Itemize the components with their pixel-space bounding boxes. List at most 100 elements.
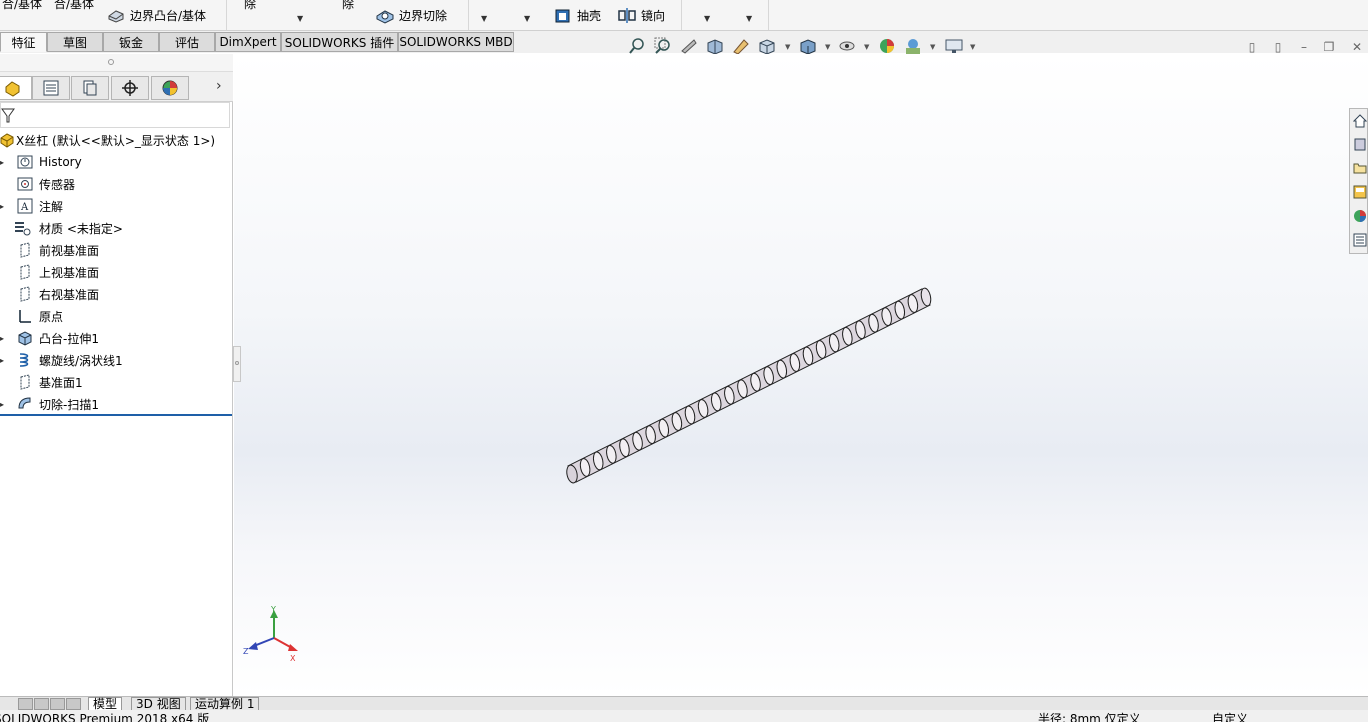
tree-item[interactable]: ▸ 切除-扫描1 <box>0 393 232 415</box>
crosshair-icon <box>122 80 138 96</box>
tab-sketch[interactable]: 草图 <box>47 32 103 52</box>
panel-splitter[interactable] <box>233 346 241 382</box>
close-icon[interactable]: ✕ <box>1350 40 1364 54</box>
graphics-area[interactable]: Y X Z <box>234 54 1368 696</box>
tree-item-label: 右视基准面 <box>39 287 100 302</box>
plane-icon <box>16 263 34 281</box>
rollback-bar[interactable] <box>0 414 232 416</box>
chevron-down-icon[interactable]: ▼ <box>864 43 869 51</box>
tree-item[interactable]: ▸ 螺旋线/涡状线1 <box>0 349 232 371</box>
view-palette-icon[interactable] <box>1351 181 1368 203</box>
tile-right-icon[interactable]: ▯ <box>1271 40 1285 54</box>
tree-item[interactable]: 基准面1 <box>0 371 232 393</box>
zoom-to-area-icon[interactable] <box>654 37 672 55</box>
status-measure-text: 半径: 8mm 仅定义 <box>1038 712 1141 722</box>
tab-3d-views[interactable]: 3D 视图 <box>131 697 186 711</box>
tab-dimxpert[interactable]: DimXpert <box>215 32 281 52</box>
status-units[interactable]: 自定义 <box>1212 712 1248 722</box>
tree-item-label: 基准面1 <box>39 375 83 390</box>
configuration-manager-tab[interactable] <box>71 76 109 100</box>
tree-item[interactable]: ▸ History <box>0 151 232 173</box>
tree-item[interactable]: 原点 <box>0 305 232 327</box>
extrude-icon <box>16 329 34 347</box>
expand-arrow-icon[interactable]: ▸ <box>0 334 6 343</box>
tab-evaluate[interactable]: 评估 <box>159 32 215 52</box>
expand-arrow-icon[interactable]: ▸ <box>0 356 6 365</box>
boundary-boss-button[interactable]: 边界凸台/基体 <box>106 6 206 24</box>
chevron-down-icon[interactable]: ▼ <box>481 14 487 23</box>
tab-features[interactable]: 特征 <box>0 32 47 52</box>
chevron-down-icon[interactable]: ▼ <box>930 43 935 51</box>
expand-arrow-icon[interactable]: ▸ <box>0 202 6 211</box>
appearances-icon[interactable] <box>1351 205 1368 227</box>
hide-show-items-icon[interactable] <box>838 37 856 55</box>
restore-icon[interactable]: ❐ <box>1322 40 1336 54</box>
filter-icon[interactable] <box>1 108 15 124</box>
section-view-icon[interactable] <box>706 37 724 55</box>
shell-button[interactable]: 抽壳 <box>553 6 601 24</box>
chevron-down-icon[interactable]: ▼ <box>297 14 303 23</box>
apply-scene-icon[interactable] <box>904 37 922 55</box>
chevron-down-icon[interactable]: ▼ <box>825 43 830 51</box>
svg-text:A: A <box>20 202 29 213</box>
tree-item-label: 螺旋线/涡状线1 <box>39 353 123 368</box>
dynamic-annotation-icon[interactable] <box>732 37 750 55</box>
minimize-icon[interactable]: – <box>1297 40 1311 54</box>
remove-label-2[interactable]: 除 <box>342 0 354 12</box>
expand-arrow-icon[interactable]: ▸ <box>0 158 6 167</box>
view-settings-icon[interactable] <box>945 37 963 55</box>
chevron-down-icon[interactable]: ▼ <box>970 43 975 51</box>
chevron-right-icon[interactable]: › <box>216 78 222 94</box>
tab-sheet-metal[interactable]: 钣金 <box>103 32 159 52</box>
tree-item[interactable]: 前视基准面 <box>0 239 232 261</box>
display-manager-tab[interactable] <box>151 76 189 100</box>
ribbon-label-boss-base-2[interactable]: 合/基体 <box>54 0 94 12</box>
previous-tab-button[interactable] <box>34 698 49 710</box>
tree-item[interactable]: ▸ A 注解 <box>0 195 232 217</box>
last-tab-button[interactable] <box>66 698 81 710</box>
tree-item[interactable]: 右视基准面 <box>0 283 232 305</box>
panel-grip[interactable] <box>0 54 233 72</box>
ribbon-label-boss-base[interactable]: 合/基体 <box>2 0 42 12</box>
boundary-cut-button[interactable]: 边界切除 <box>375 6 447 24</box>
tree-item[interactable]: ▸ 凸台-拉伸1 <box>0 327 232 349</box>
chevron-down-icon[interactable]: ▼ <box>746 14 752 23</box>
sensor-icon <box>16 175 34 193</box>
remove-label-1[interactable]: 除 <box>244 0 256 12</box>
tree-root-part[interactable]: X丝杠 (默认<<默认>_显示状态 1>) <box>0 129 232 151</box>
tab-solidworks-mbd[interactable]: SOLIDWORKS MBD <box>398 32 514 52</box>
display-style-icon[interactable] <box>799 37 817 55</box>
tile-left-icon[interactable]: ▯ <box>1245 40 1259 54</box>
lead-screw-model[interactable] <box>234 54 1368 696</box>
chevron-down-icon[interactable]: ▼ <box>785 43 790 51</box>
triad-x-label: X <box>290 654 296 663</box>
edit-appearance-icon[interactable] <box>878 37 896 55</box>
tree-filter[interactable] <box>0 102 230 128</box>
tree-item-label: 传感器 <box>39 177 76 192</box>
chevron-down-icon[interactable]: ▼ <box>524 14 530 23</box>
tab-solidworks-addins[interactable]: SOLIDWORKS 插件 <box>281 32 398 52</box>
dimxpert-manager-tab[interactable] <box>111 76 149 100</box>
tree-item[interactable]: 传感器 <box>0 173 232 195</box>
tree-item[interactable]: 上视基准面 <box>0 261 232 283</box>
design-library-icon[interactable] <box>1351 133 1368 155</box>
first-tab-button[interactable] <box>18 698 33 710</box>
view-orientation-icon[interactable] <box>758 37 776 55</box>
property-manager-tab[interactable] <box>32 76 70 100</box>
previous-view-icon[interactable] <box>680 37 698 55</box>
tree-item-label: History <box>39 155 82 169</box>
tab-motion-study[interactable]: 运动算例 1 <box>190 697 260 711</box>
file-explorer-icon[interactable] <box>1351 157 1368 179</box>
part-icon <box>0 131 16 149</box>
mirror-button[interactable]: 镜向 <box>617 6 665 24</box>
expand-arrow-icon[interactable]: ▸ <box>0 400 6 409</box>
plane-icon <box>16 241 34 259</box>
zoom-to-fit-icon[interactable] <box>628 37 646 55</box>
solidworks-resources-icon[interactable] <box>1351 110 1368 132</box>
next-tab-button[interactable] <box>50 698 65 710</box>
feature-manager-tab[interactable] <box>0 76 32 100</box>
chevron-down-icon[interactable]: ▼ <box>704 14 710 23</box>
custom-properties-icon[interactable] <box>1351 229 1368 251</box>
tab-model[interactable]: 模型 <box>88 697 123 711</box>
tree-item[interactable]: 材质 <未指定> <box>0 217 232 239</box>
